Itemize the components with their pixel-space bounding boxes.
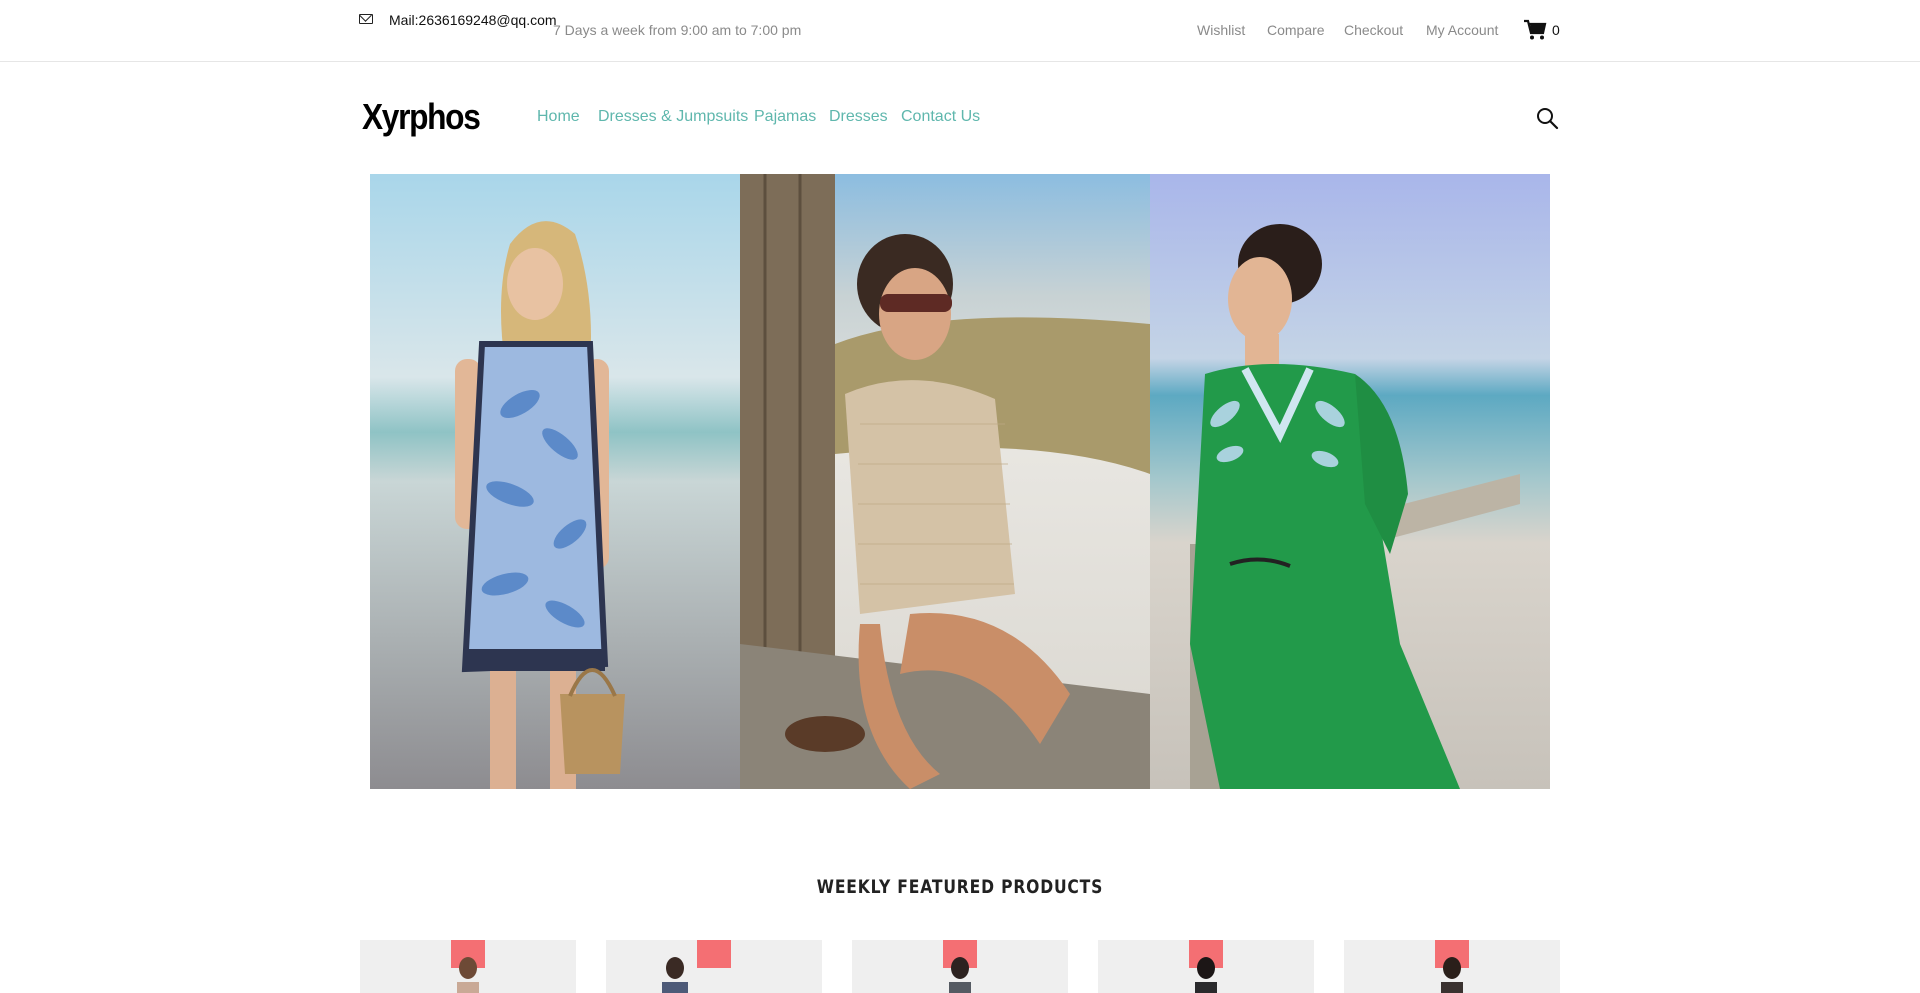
product-image[interactable] <box>943 954 977 993</box>
product-card[interactable] <box>1098 940 1314 993</box>
hero-banner[interactable] <box>370 174 1550 789</box>
business-hours: 7 Days a week from 9:00 am to 7:00 pm <box>553 22 802 38</box>
product-card[interactable] <box>1344 940 1560 993</box>
sale-badge <box>697 940 731 968</box>
envelope-icon <box>359 14 373 24</box>
section-title: WEEKLY FEATURED PRODUCTS <box>816 876 1104 898</box>
top-bar: Mail:2636169248@qq.com 7 Days a week fro… <box>0 0 1920 62</box>
product-image[interactable] <box>1435 954 1469 993</box>
product-image[interactable] <box>658 954 692 993</box>
checkout-link[interactable]: Checkout <box>1344 22 1403 38</box>
nav-home[interactable]: Home <box>537 108 580 126</box>
shopping-cart-icon[interactable] <box>1523 19 1547 41</box>
product-card[interactable] <box>360 940 576 993</box>
nav-dresses-jumpsuits[interactable]: Dresses & Jumpsuits <box>598 108 748 126</box>
hero-panel-green-embroidered-dress <box>1150 174 1550 789</box>
hero-panel-knit-top <box>740 174 1150 789</box>
hero-panel-blue-print-dress <box>370 174 740 789</box>
my-account-link[interactable]: My Account <box>1426 22 1498 38</box>
product-card[interactable] <box>852 940 1068 993</box>
product-card[interactable] <box>606 940 822 993</box>
cart-count[interactable]: 0 <box>1552 22 1560 38</box>
search-icon[interactable] <box>1535 106 1559 130</box>
site-logo[interactable]: Xyrphos <box>362 96 481 138</box>
product-image[interactable] <box>1189 954 1223 993</box>
contact-email[interactable]: Mail:2636169248@qq.com <box>389 12 557 28</box>
product-image[interactable] <box>451 954 485 993</box>
nav-pajamas[interactable]: Pajamas <box>754 108 816 126</box>
wishlist-link[interactable]: Wishlist <box>1197 22 1245 38</box>
compare-link[interactable]: Compare <box>1267 22 1325 38</box>
nav-contact-us[interactable]: Contact Us <box>901 108 980 126</box>
nav-dresses[interactable]: Dresses <box>829 108 888 126</box>
